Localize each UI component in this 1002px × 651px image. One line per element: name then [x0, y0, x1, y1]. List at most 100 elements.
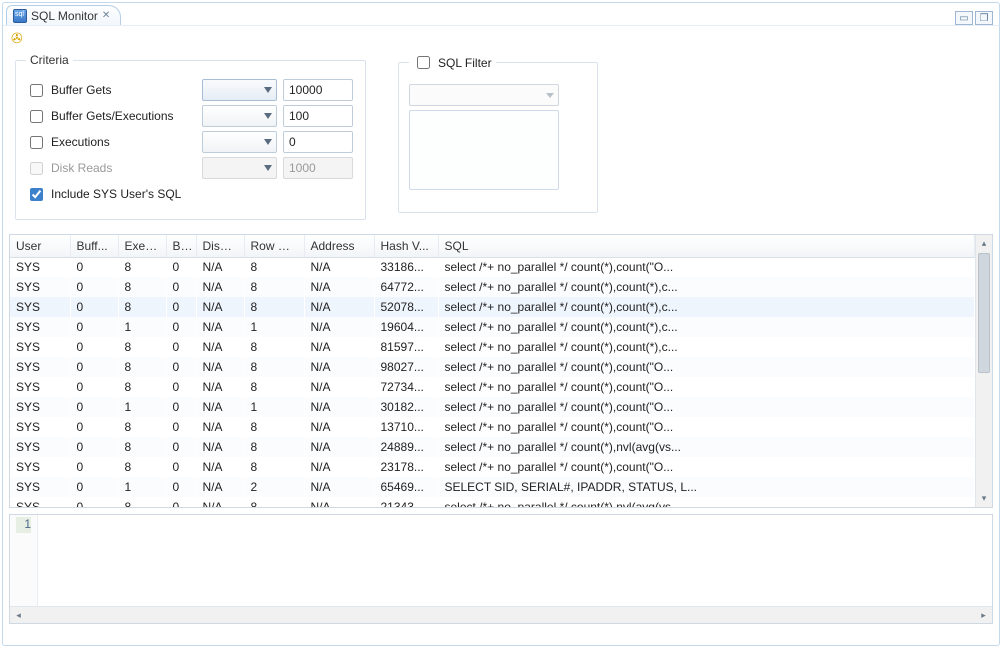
criteria-1-checkbox[interactable]: Buffer Gets/Executions	[26, 107, 196, 126]
cell-exec: 8	[118, 377, 166, 397]
cell-user: SYS	[10, 377, 70, 397]
sql-filter-label: SQL Filter	[438, 56, 492, 70]
table-row[interactable]: SYS080N/A8N/A23178...select /*+ no_paral…	[10, 457, 975, 477]
cell-user: SYS	[10, 417, 70, 437]
sql-editor: 1 ◂ ▸	[9, 514, 993, 624]
criteria-0-value-input[interactable]	[283, 79, 353, 101]
table-row[interactable]: SYS080N/A8N/A72734...select /*+ no_paral…	[10, 377, 975, 397]
criteria-0-operator-combo[interactable]	[202, 79, 277, 101]
cell-user: SYS	[10, 277, 70, 297]
scroll-left-icon[interactable]: ◂	[10, 610, 27, 621]
cell-hash: 64772...	[374, 277, 438, 297]
cell-sql: select /*+ no_parallel */ count(*),nvl(a…	[438, 437, 975, 457]
column-header-5[interactable]: Row Pr...	[244, 235, 304, 257]
criteria-3-input	[30, 162, 43, 175]
results-table: UserBuff...Exec...B...Disk ...Row Pr...A…	[9, 234, 993, 508]
criteria-2-value-input[interactable]	[283, 131, 353, 153]
cell-addr: N/A	[304, 417, 374, 437]
table-row[interactable]: SYS010N/A2N/A65469...SELECT SID, SERIAL#…	[10, 477, 975, 497]
cell-addr: N/A	[304, 437, 374, 457]
cell-buff: 0	[70, 457, 118, 477]
table-row[interactable]: SYS080N/A8N/A21343select /*+ no_parallel…	[10, 497, 975, 507]
editor-body[interactable]	[38, 515, 992, 606]
cell-hash: 65469...	[374, 477, 438, 497]
cell-addr: N/A	[304, 257, 374, 277]
scroll-down-icon[interactable]: ▾	[976, 490, 992, 507]
sql-filter-combo[interactable]	[409, 84, 559, 106]
scroll-thumb[interactable]	[978, 253, 990, 373]
table-row[interactable]: SYS080N/A8N/A81597...select /*+ no_paral…	[10, 337, 975, 357]
column-header-2[interactable]: Exec...	[118, 235, 166, 257]
refresh-icon[interactable]: ✇	[11, 30, 23, 47]
criteria-3-checkbox: Disk Reads	[26, 159, 196, 178]
sql-filter-input[interactable]	[417, 56, 430, 69]
vertical-scrollbar[interactable]: ▴ ▾	[975, 235, 992, 507]
criteria-2-checkbox[interactable]: Executions	[26, 133, 196, 152]
column-header-7[interactable]: Hash V...	[374, 235, 438, 257]
criteria-0-input[interactable]	[30, 84, 43, 97]
close-tab-icon[interactable]: ✕	[102, 10, 110, 21]
criteria-2-input[interactable]	[30, 136, 43, 149]
criteria-0-label: Buffer Gets	[51, 83, 111, 97]
cell-exec: 8	[118, 357, 166, 377]
chevron-down-icon	[264, 87, 272, 93]
minimize-button[interactable]: ▭	[955, 11, 973, 25]
cell-exec: 8	[118, 497, 166, 507]
column-header-8[interactable]: SQL	[438, 235, 975, 257]
tab-title: SQL Monitor	[31, 9, 98, 23]
table-row[interactable]: SYS080N/A8N/A52078...select /*+ no_paral…	[10, 297, 975, 317]
cell-rows: 8	[244, 457, 304, 477]
cell-disk: N/A	[196, 277, 244, 297]
table-row[interactable]: SYS080N/A8N/A13710...select /*+ no_paral…	[10, 417, 975, 437]
sql-filter-legend: SQL Filter	[409, 53, 496, 72]
cell-user: SYS	[10, 497, 70, 507]
tab-sql-monitor[interactable]: SQL Monitor ✕	[6, 5, 121, 25]
horizontal-scrollbar[interactable]: ◂ ▸	[10, 606, 992, 623]
column-header-3[interactable]: B...	[166, 235, 196, 257]
include-sys-input[interactable]	[30, 188, 43, 201]
scroll-right-icon[interactable]: ▸	[975, 610, 992, 621]
sql-filter-checkbox[interactable]: SQL Filter	[413, 53, 492, 72]
cell-hash: 30182...	[374, 397, 438, 417]
cell-addr: N/A	[304, 497, 374, 507]
cell-disk: N/A	[196, 337, 244, 357]
criteria-0-checkbox[interactable]: Buffer Gets	[26, 81, 196, 100]
cell-exec: 8	[118, 337, 166, 357]
column-header-1[interactable]: Buff...	[70, 235, 118, 257]
table-row[interactable]: SYS080N/A8N/A98027...select /*+ no_paral…	[10, 357, 975, 377]
column-header-0[interactable]: User	[10, 235, 70, 257]
table-row[interactable]: SYS080N/A8N/A33186...select /*+ no_paral…	[10, 257, 975, 277]
maximize-button[interactable]: ❐	[975, 11, 993, 25]
criteria-1-operator-combo[interactable]	[202, 105, 277, 127]
cell-buff: 0	[70, 477, 118, 497]
cell-buff: 0	[70, 257, 118, 277]
cell-user: SYS	[10, 457, 70, 477]
table-row[interactable]: SYS010N/A1N/A30182...select /*+ no_paral…	[10, 397, 975, 417]
criteria-fieldset: Criteria Buffer GetsBuffer Gets/Executio…	[15, 53, 366, 220]
table-row[interactable]: SYS080N/A8N/A24889...select /*+ no_paral…	[10, 437, 975, 457]
include-sys-checkbox[interactable]: Include SYS User's SQL	[26, 185, 196, 204]
cell-b: 0	[166, 377, 196, 397]
cell-hash: 81597...	[374, 337, 438, 357]
cell-rows: 8	[244, 297, 304, 317]
column-header-6[interactable]: Address	[304, 235, 374, 257]
cell-b: 0	[166, 437, 196, 457]
editor-gutter: 1	[10, 515, 38, 606]
column-header-4[interactable]: Disk ...	[196, 235, 244, 257]
table-row[interactable]: SYS080N/A8N/A64772...select /*+ no_paral…	[10, 277, 975, 297]
sql-filter-textarea[interactable]	[409, 110, 559, 190]
criteria-2-label: Executions	[51, 135, 110, 149]
cell-rows: 8	[244, 257, 304, 277]
cell-addr: N/A	[304, 477, 374, 497]
scroll-up-icon[interactable]: ▴	[976, 235, 992, 252]
cell-buff: 0	[70, 497, 118, 507]
table-row[interactable]: SYS010N/A1N/A19604...select /*+ no_paral…	[10, 317, 975, 337]
criteria-1-label: Buffer Gets/Executions	[51, 109, 174, 123]
criteria-2-operator-combo[interactable]	[202, 131, 277, 153]
criteria-3-operator-combo	[202, 157, 277, 179]
cell-disk: N/A	[196, 317, 244, 337]
criteria-1-value-input[interactable]	[283, 105, 353, 127]
cell-b: 0	[166, 317, 196, 337]
criteria-1-input[interactable]	[30, 110, 43, 123]
cell-buff: 0	[70, 317, 118, 337]
